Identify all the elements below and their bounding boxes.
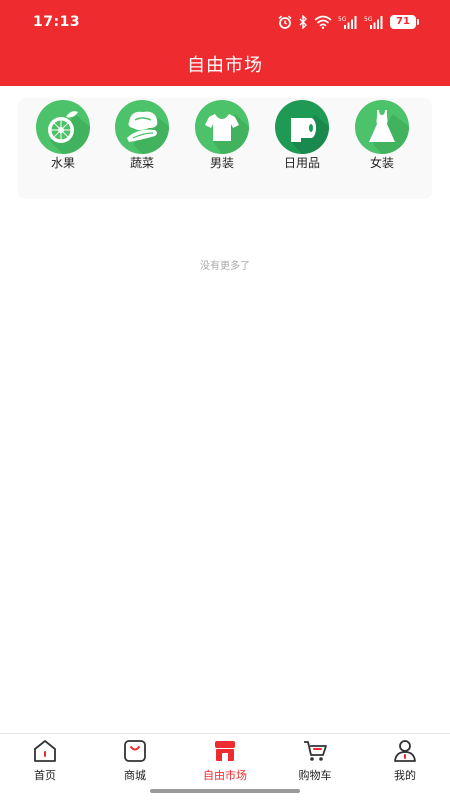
tab-label: 自由市场 <box>203 769 247 782</box>
status-time: 17:13 <box>33 14 81 30</box>
app-screen: 17:13 5G 5G 71 自由市场 水果 蔬菜 男装 日用品 女装 没有更多… <box>0 0 450 800</box>
category-label: 男装 <box>209 156 234 170</box>
tab-home[interactable]: 首页 <box>0 738 90 783</box>
battery-icon: 71 <box>390 15 419 29</box>
tab-label: 我的 <box>394 769 416 782</box>
dress-icon <box>355 100 409 154</box>
tshirt-icon <box>195 100 249 154</box>
category-label: 水果 <box>50 156 75 170</box>
status-icons: 5G 5G 71 <box>278 13 419 31</box>
vegetable-icon <box>115 100 169 154</box>
tab-cart[interactable]: 购物车 <box>270 738 360 783</box>
toilet-paper-icon <box>275 100 329 154</box>
tab-label: 购物车 <box>298 769 332 782</box>
tab-label: 首页 <box>34 769 56 782</box>
cart-icon <box>302 738 328 764</box>
svg-text:5G: 5G <box>338 16 347 23</box>
fruit-icon <box>36 100 90 154</box>
svg-text:5G: 5G <box>364 16 373 23</box>
home-icon <box>32 738 58 764</box>
bluetooth-icon <box>298 15 308 29</box>
category-grid: 水果 蔬菜 男装 日用品 女装 <box>18 98 432 199</box>
category-vegetable[interactable]: 蔬菜 <box>109 100 175 171</box>
page-title: 自由市场 <box>187 55 263 76</box>
status-bar: 17:13 5G 5G 71 <box>0 0 450 46</box>
signal-5g-icon: 5G <box>338 15 358 29</box>
category-label: 蔬菜 <box>129 156 154 170</box>
home-indicator[interactable] <box>150 789 300 793</box>
category-menswear[interactable]: 男装 <box>189 100 255 171</box>
category-daily-goods[interactable]: 日用品 <box>269 100 335 171</box>
category-fruit[interactable]: 水果 <box>30 100 96 171</box>
category-label: 日用品 <box>283 156 320 170</box>
tab-label: 商城 <box>124 769 146 782</box>
tab-free-market[interactable]: 自由市场 <box>180 738 270 783</box>
store-icon <box>212 738 238 764</box>
category-womenswear[interactable]: 女装 <box>349 100 415 171</box>
shopping-bag-icon <box>122 738 148 764</box>
wifi-icon <box>314 15 332 29</box>
app-header: 17:13 5G 5G 71 自由市场 <box>0 0 450 86</box>
signal-5g-icon: 5G <box>364 15 384 29</box>
user-icon <box>392 738 418 764</box>
tab-profile[interactable]: 我的 <box>360 738 450 783</box>
category-label: 女装 <box>369 156 394 170</box>
tab-mall[interactable]: 商城 <box>90 738 180 783</box>
alarm-icon <box>278 15 292 29</box>
list-end-text: 没有更多了 <box>200 261 250 272</box>
